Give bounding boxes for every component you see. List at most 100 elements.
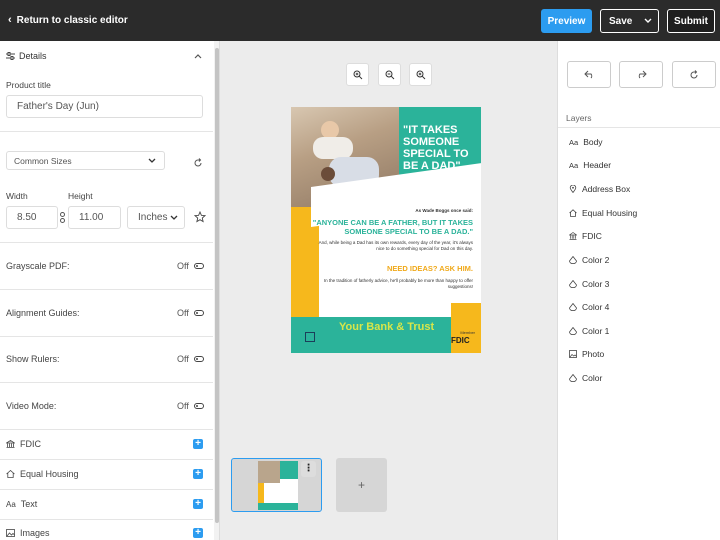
unit-select[interactable]: Inches [127,206,185,229]
flyer-body-2[interactable]: In the tradition of fatherly advice, he'… [323,278,473,290]
add-page-button[interactable]: + [336,458,387,512]
zoom-in-icon [353,70,362,79]
divider [0,429,213,430]
flyer-corner-yellow[interactable] [451,303,481,353]
undo-icon [583,70,592,79]
show-rulers-value: Off [177,354,189,364]
reset-history-button[interactable] [672,61,716,88]
color-drop-icon [569,374,577,382]
divider [0,336,213,337]
top-bar: ‹ Return to classic editor Preview Save … [0,0,720,41]
layer-body[interactable]: Aa Body [569,137,603,147]
chevron-up-icon[interactable] [194,53,202,59]
preview-button[interactable]: Preview [541,9,592,33]
flyer-page[interactable]: "IT TAKES SOMEONE SPECIAL TO BE A DAD" A… [291,107,481,353]
width-label: Width [6,191,28,201]
height-value: 11.00 [79,212,104,223]
save-button[interactable]: Save [600,9,659,33]
layer-header[interactable]: Aa Header [569,160,611,170]
layer-equal-housing[interactable]: Equal Housing [569,208,637,218]
details-section-header[interactable]: Details [6,51,47,61]
text-icon: Aa [569,160,579,170]
show-rulers-toggle[interactable] [194,356,204,362]
layer-photo[interactable]: Photo [569,349,604,359]
divider [0,489,213,490]
page-options-icon[interactable]: ⋮ [301,461,316,477]
undo-button[interactable] [567,61,611,88]
product-title-label: Product title [6,80,51,90]
layer-color-3[interactable]: Color 3 [569,279,609,289]
flyer-cta[interactable]: NEED IDEAS? ASK HIM. [387,264,473,273]
equal-housing-section[interactable]: Equal Housing [6,469,79,479]
alignment-guides-toggle[interactable] [194,310,204,316]
left-panel-scroll-thumb[interactable] [215,48,219,523]
house-icon [6,470,15,478]
layer-color[interactable]: Color [569,373,602,383]
zoom-in-button[interactable] [346,63,369,86]
equal-housing-section-label: Equal Housing [20,469,79,479]
zoom-fit-button[interactable] [409,63,432,86]
zoom-out-button[interactable] [378,63,401,86]
back-label: Return to classic editor [16,14,128,26]
layer-label: Color 2 [582,255,610,265]
width-value: 8.50 [17,212,37,223]
flyer-attribution[interactable]: As Wade Boggs once said: [415,208,473,213]
text-section[interactable]: Aa Text [6,499,37,509]
divider [0,382,213,383]
redo-button[interactable] [619,61,663,88]
size-preset-value: Common Sizes [14,155,72,166]
chevron-down-icon [644,18,652,23]
location-pin-icon [569,185,577,193]
layer-fdic[interactable]: FDIC [569,231,602,241]
reset-icon[interactable] [193,158,203,168]
divider [0,131,213,132]
flyer-bank-name[interactable]: Your Bank & Trust [339,321,434,333]
chevron-left-icon: ‹ [8,14,12,26]
divider [558,127,720,128]
layer-label: Color 4 [582,302,610,312]
layer-color-4[interactable]: Color 4 [569,302,609,312]
zoom-out-icon [385,70,394,79]
link-icon[interactable] [60,212,65,223]
layer-color-2[interactable]: Color 2 [569,255,609,265]
sliders-icon [6,52,15,60]
layer-label: Address Box [582,184,631,194]
equal-housing-logo[interactable] [305,332,315,342]
layer-label: Color [582,373,603,383]
fdic-logo[interactable]: FDIC [451,336,470,345]
fdic-section[interactable]: FDIC [6,439,41,449]
layer-address-box[interactable]: Address Box [569,184,630,194]
flyer-member-label: Member [460,330,475,335]
layer-color-1[interactable]: Color 1 [569,326,609,336]
layers-title: Layers [566,113,592,123]
add-images-button[interactable]: + [193,528,203,538]
star-icon[interactable] [194,211,206,223]
video-mode-label: Video Mode: [6,401,57,411]
video-mode-toggle[interactable] [194,403,204,409]
size-preset-select[interactable]: Common Sizes [6,151,165,170]
divider [0,242,213,243]
color-drop-icon [569,280,577,288]
fdic-section-label: FDIC [20,439,41,449]
divider [0,289,213,290]
product-title-input[interactable]: Father's Day (Jun) [6,95,203,118]
layer-label: Body [583,137,603,147]
height-input[interactable]: 11.00 [68,206,121,229]
chevron-down-icon [148,158,156,163]
add-text-button[interactable]: + [193,499,203,509]
divider [0,459,213,460]
return-to-classic-editor-link[interactable]: ‹ Return to classic editor [8,14,128,26]
grayscale-pdf-toggle[interactable] [194,263,204,269]
submit-button[interactable]: Submit [667,9,715,33]
flyer-body[interactable]: And, while being a Dad has its own rewar… [313,240,473,252]
chevron-down-icon [170,215,178,220]
layer-label: FDIC [582,231,602,241]
width-input[interactable]: 8.50 [6,206,58,229]
alignment-guides-value: Off [177,308,189,318]
images-section[interactable]: Images [6,528,50,538]
add-equal-housing-button[interactable]: + [193,469,203,479]
add-fdic-button[interactable]: + [193,439,203,449]
flyer-headline[interactable]: "IT TAKES SOMEONE SPECIAL TO BE A DAD" [403,124,481,172]
flyer-quote[interactable]: "ANYONE CAN BE A FATHER, BUT IT TAKES SO… [308,218,473,236]
right-panel: Layers Aa Body Aa Header Address Box Equ… [557,41,720,540]
